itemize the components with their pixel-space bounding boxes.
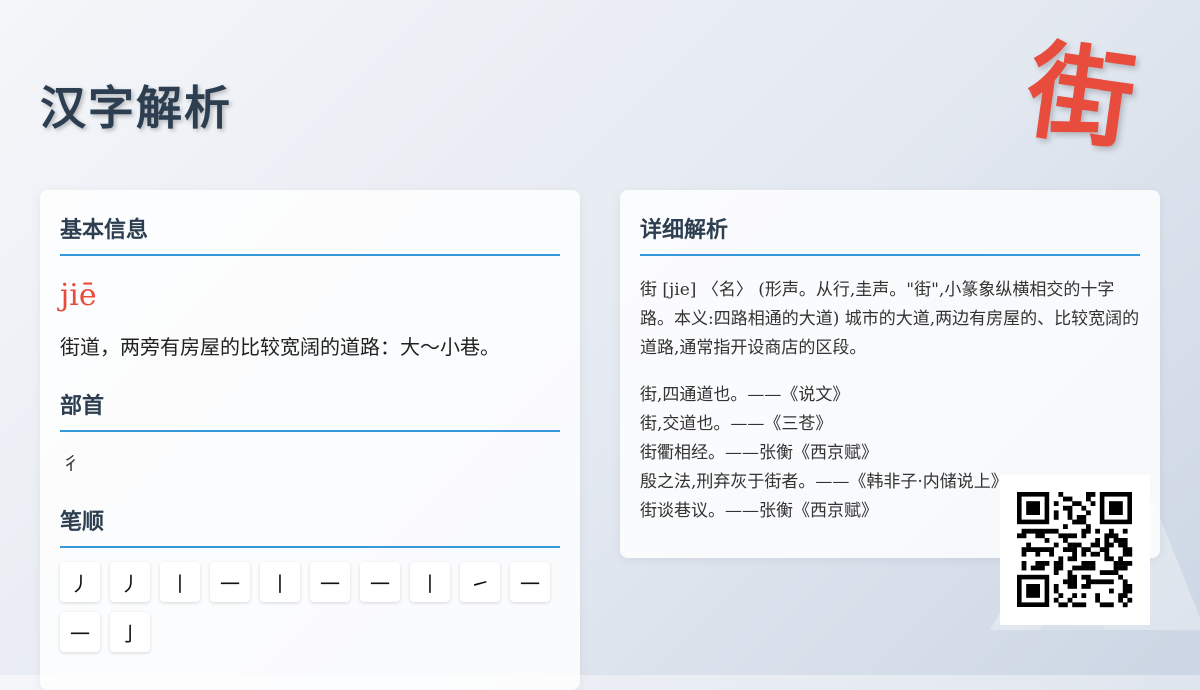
- detail-text: 街 [jie] 〈名〉 (形声。从行,圭声。"街",小篆象纵横相交的十字路。本义…: [640, 280, 1140, 358]
- stroke-item: 丨: [160, 562, 200, 602]
- stroke-item: 丨: [410, 562, 450, 602]
- stroke-item: 一: [360, 562, 400, 602]
- stroke-item: 丨: [260, 562, 300, 602]
- definition: 街道，两旁有房屋的比较宽阔的道路：大～小巷。: [60, 335, 500, 359]
- pinyin: jiē: [60, 278, 97, 313]
- radical-value: 彳: [62, 454, 80, 475]
- stroke-item: 丿: [110, 562, 150, 602]
- qr-code-icon: [1017, 492, 1133, 608]
- stroke-item: 一: [210, 562, 250, 602]
- stroke-item: 一: [510, 562, 550, 602]
- stroke-order-list: 丿 丿 丨 一 丨 一 一 丨 ㇀ 一 一 亅: [60, 562, 560, 652]
- quote-item: 街衢相经。——张衡《西京赋》: [640, 443, 878, 463]
- stroke-item: 丿: [60, 562, 100, 602]
- page-title: 汉字解析: [40, 81, 232, 135]
- quote-item: 街,交道也。——《三苍》: [640, 414, 833, 434]
- basic-info-card: 基本信息 jiē 街道，两旁有房屋的比较宽阔的道路：大～小巷。 部首 彳 笔顺 …: [40, 190, 580, 690]
- qr-code[interactable]: [1000, 475, 1150, 625]
- radical-title: 部首: [60, 366, 560, 432]
- stroke-item: 一: [310, 562, 350, 602]
- quote-item: 街,四通道也。——《说文》: [640, 385, 850, 405]
- basic-info-title: 基本信息: [60, 190, 560, 256]
- featured-character: 街: [1019, 26, 1143, 165]
- stroke-item: 亅: [110, 612, 150, 652]
- stroke-item: ㇀: [460, 562, 500, 602]
- detail-title: 详细解析: [640, 190, 1140, 256]
- stroke-item: 一: [60, 612, 100, 652]
- stroke-order-title: 笔顺: [60, 482, 560, 548]
